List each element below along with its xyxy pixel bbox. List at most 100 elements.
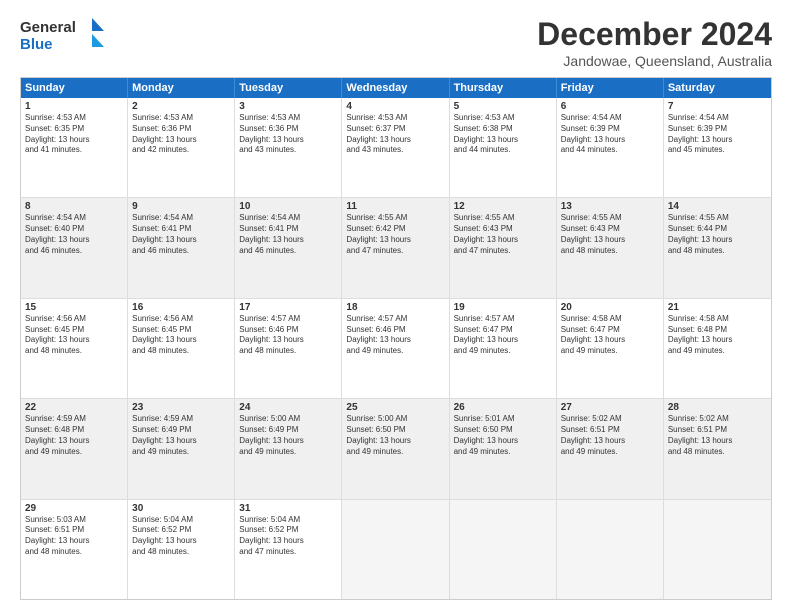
day-number: 1 (25, 101, 123, 112)
calendar-cell: 25Sunrise: 5:00 AMSunset: 6:50 PMDayligh… (342, 399, 449, 498)
calendar-cell: 26Sunrise: 5:01 AMSunset: 6:50 PMDayligh… (450, 399, 557, 498)
calendar-cell: 16Sunrise: 4:56 AMSunset: 6:45 PMDayligh… (128, 299, 235, 398)
day-number: 17 (239, 302, 337, 313)
logo-svg: General Blue (20, 16, 110, 56)
subtitle: Jandowae, Queensland, Australia (537, 53, 772, 69)
day-number: 28 (668, 402, 767, 413)
day-number: 3 (239, 101, 337, 112)
day-number: 26 (454, 402, 552, 413)
header-day-sunday: Sunday (21, 78, 128, 98)
cell-details: Sunrise: 5:02 AMSunset: 6:51 PMDaylight:… (668, 414, 767, 457)
cell-details: Sunrise: 4:54 AMSunset: 6:41 PMDaylight:… (239, 213, 337, 256)
day-number: 5 (454, 101, 552, 112)
cell-details: Sunrise: 5:04 AMSunset: 6:52 PMDaylight:… (132, 515, 230, 558)
svg-text:General: General (20, 19, 76, 36)
calendar-body: 1Sunrise: 4:53 AMSunset: 6:35 PMDaylight… (21, 98, 771, 599)
header-day-saturday: Saturday (664, 78, 771, 98)
cell-details: Sunrise: 4:55 AMSunset: 6:43 PMDaylight:… (454, 213, 552, 256)
day-number: 9 (132, 201, 230, 212)
cell-details: Sunrise: 4:58 AMSunset: 6:47 PMDaylight:… (561, 314, 659, 357)
day-number: 23 (132, 402, 230, 413)
day-number: 20 (561, 302, 659, 313)
day-number: 18 (346, 302, 444, 313)
day-number: 22 (25, 402, 123, 413)
day-number: 4 (346, 101, 444, 112)
calendar-cell: 4Sunrise: 4:53 AMSunset: 6:37 PMDaylight… (342, 98, 449, 197)
calendar-cell: 28Sunrise: 5:02 AMSunset: 6:51 PMDayligh… (664, 399, 771, 498)
calendar-cell: 13Sunrise: 4:55 AMSunset: 6:43 PMDayligh… (557, 198, 664, 297)
calendar-cell: 31Sunrise: 5:04 AMSunset: 6:52 PMDayligh… (235, 500, 342, 599)
calendar-cell: 9Sunrise: 4:54 AMSunset: 6:41 PMDaylight… (128, 198, 235, 297)
cell-details: Sunrise: 4:59 AMSunset: 6:48 PMDaylight:… (25, 414, 123, 457)
calendar-cell-empty (557, 500, 664, 599)
calendar-cell: 3Sunrise: 4:53 AMSunset: 6:36 PMDaylight… (235, 98, 342, 197)
main-title: December 2024 (537, 16, 772, 53)
calendar-row: 22Sunrise: 4:59 AMSunset: 6:48 PMDayligh… (21, 399, 771, 499)
calendar-cell: 23Sunrise: 4:59 AMSunset: 6:49 PMDayligh… (128, 399, 235, 498)
cell-details: Sunrise: 4:55 AMSunset: 6:44 PMDaylight:… (668, 213, 767, 256)
day-number: 21 (668, 302, 767, 313)
day-number: 10 (239, 201, 337, 212)
cell-details: Sunrise: 5:01 AMSunset: 6:50 PMDaylight:… (454, 414, 552, 457)
logo: General Blue (20, 16, 110, 56)
calendar-cell: 7Sunrise: 4:54 AMSunset: 6:39 PMDaylight… (664, 98, 771, 197)
header-day-friday: Friday (557, 78, 664, 98)
day-number: 14 (668, 201, 767, 212)
cell-details: Sunrise: 4:54 AMSunset: 6:41 PMDaylight:… (132, 213, 230, 256)
cell-details: Sunrise: 4:53 AMSunset: 6:35 PMDaylight:… (25, 113, 123, 156)
day-number: 15 (25, 302, 123, 313)
calendar-cell: 11Sunrise: 4:55 AMSunset: 6:42 PMDayligh… (342, 198, 449, 297)
cell-details: Sunrise: 4:55 AMSunset: 6:43 PMDaylight:… (561, 213, 659, 256)
day-number: 13 (561, 201, 659, 212)
header-day-wednesday: Wednesday (342, 78, 449, 98)
day-number: 31 (239, 503, 337, 514)
day-number: 11 (346, 201, 444, 212)
calendar-row: 15Sunrise: 4:56 AMSunset: 6:45 PMDayligh… (21, 299, 771, 399)
day-number: 16 (132, 302, 230, 313)
calendar-cell: 27Sunrise: 5:02 AMSunset: 6:51 PMDayligh… (557, 399, 664, 498)
calendar-cell-empty (450, 500, 557, 599)
calendar-cell: 18Sunrise: 4:57 AMSunset: 6:46 PMDayligh… (342, 299, 449, 398)
day-number: 25 (346, 402, 444, 413)
cell-details: Sunrise: 4:57 AMSunset: 6:46 PMDaylight:… (239, 314, 337, 357)
day-number: 2 (132, 101, 230, 112)
cell-details: Sunrise: 5:02 AMSunset: 6:51 PMDaylight:… (561, 414, 659, 457)
calendar-cell-empty (342, 500, 449, 599)
day-number: 30 (132, 503, 230, 514)
cell-details: Sunrise: 5:00 AMSunset: 6:50 PMDaylight:… (346, 414, 444, 457)
cell-details: Sunrise: 5:03 AMSunset: 6:51 PMDaylight:… (25, 515, 123, 558)
calendar-cell: 21Sunrise: 4:58 AMSunset: 6:48 PMDayligh… (664, 299, 771, 398)
calendar-cell: 29Sunrise: 5:03 AMSunset: 6:51 PMDayligh… (21, 500, 128, 599)
cell-details: Sunrise: 4:56 AMSunset: 6:45 PMDaylight:… (25, 314, 123, 357)
calendar-cell: 1Sunrise: 4:53 AMSunset: 6:35 PMDaylight… (21, 98, 128, 197)
title-block: December 2024 Jandowae, Queensland, Aust… (537, 16, 772, 69)
calendar-cell: 2Sunrise: 4:53 AMSunset: 6:36 PMDaylight… (128, 98, 235, 197)
svg-text:Blue: Blue (20, 36, 53, 53)
cell-details: Sunrise: 4:53 AMSunset: 6:37 PMDaylight:… (346, 113, 444, 156)
header-day-monday: Monday (128, 78, 235, 98)
cell-details: Sunrise: 4:55 AMSunset: 6:42 PMDaylight:… (346, 213, 444, 256)
day-number: 8 (25, 201, 123, 212)
cell-details: Sunrise: 4:53 AMSunset: 6:36 PMDaylight:… (132, 113, 230, 156)
cell-details: Sunrise: 4:53 AMSunset: 6:38 PMDaylight:… (454, 113, 552, 156)
calendar-cell: 8Sunrise: 4:54 AMSunset: 6:40 PMDaylight… (21, 198, 128, 297)
header: General Blue December 2024 Jandowae, Que… (20, 16, 772, 69)
day-number: 7 (668, 101, 767, 112)
cell-details: Sunrise: 4:53 AMSunset: 6:36 PMDaylight:… (239, 113, 337, 156)
calendar-cell: 24Sunrise: 5:00 AMSunset: 6:49 PMDayligh… (235, 399, 342, 498)
calendar-cell: 15Sunrise: 4:56 AMSunset: 6:45 PMDayligh… (21, 299, 128, 398)
calendar-cell: 30Sunrise: 5:04 AMSunset: 6:52 PMDayligh… (128, 500, 235, 599)
cell-details: Sunrise: 4:58 AMSunset: 6:48 PMDaylight:… (668, 314, 767, 357)
calendar-header: SundayMondayTuesdayWednesdayThursdayFrid… (21, 78, 771, 98)
calendar-cell: 6Sunrise: 4:54 AMSunset: 6:39 PMDaylight… (557, 98, 664, 197)
calendar-row: 1Sunrise: 4:53 AMSunset: 6:35 PMDaylight… (21, 98, 771, 198)
day-number: 19 (454, 302, 552, 313)
cell-details: Sunrise: 4:56 AMSunset: 6:45 PMDaylight:… (132, 314, 230, 357)
calendar-row: 29Sunrise: 5:03 AMSunset: 6:51 PMDayligh… (21, 500, 771, 599)
cell-details: Sunrise: 4:54 AMSunset: 6:40 PMDaylight:… (25, 213, 123, 256)
cell-details: Sunrise: 4:54 AMSunset: 6:39 PMDaylight:… (561, 113, 659, 156)
cell-details: Sunrise: 4:59 AMSunset: 6:49 PMDaylight:… (132, 414, 230, 457)
calendar-cell: 20Sunrise: 4:58 AMSunset: 6:47 PMDayligh… (557, 299, 664, 398)
calendar: SundayMondayTuesdayWednesdayThursdayFrid… (20, 77, 772, 600)
calendar-row: 8Sunrise: 4:54 AMSunset: 6:40 PMDaylight… (21, 198, 771, 298)
